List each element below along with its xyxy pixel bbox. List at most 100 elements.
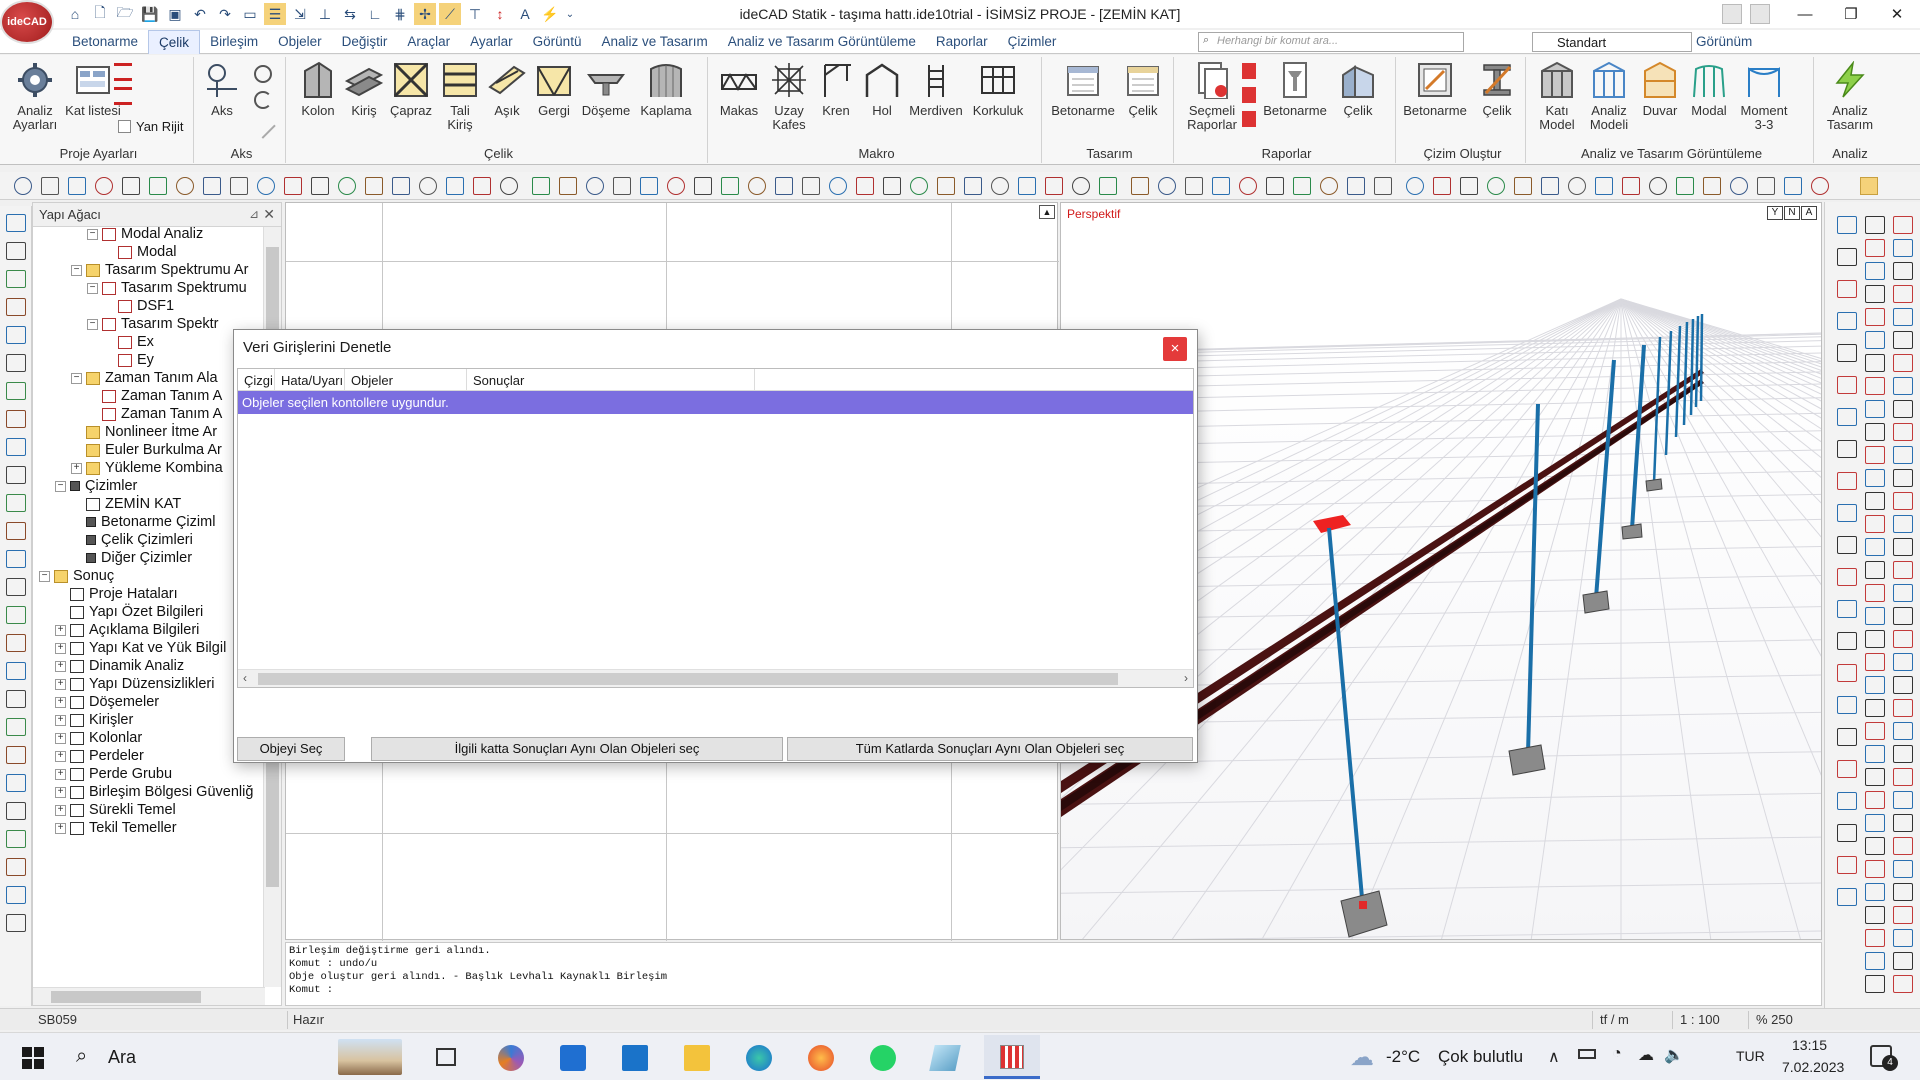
side-tool-icon[interactable] (1865, 975, 1885, 993)
side-tool-icon[interactable] (6, 494, 26, 512)
view-y-button[interactable]: Y (1767, 206, 1783, 220)
tab-araclar[interactable]: Araçlar (397, 30, 460, 54)
analiz-modeli-button[interactable]: Analiz Modeli (1584, 61, 1634, 132)
side-tool-icon[interactable] (1837, 728, 1857, 746)
tool-icon[interactable] (68, 177, 86, 195)
column-divider[interactable] (344, 369, 345, 390)
side-tool-icon[interactable] (1865, 308, 1885, 326)
gergi-button[interactable]: Gergi (532, 61, 576, 118)
tool-icon[interactable] (937, 177, 955, 195)
side-tool-icon[interactable] (1893, 423, 1913, 441)
side-tool-icon[interactable] (1837, 792, 1857, 810)
side-tool-icon[interactable] (1837, 536, 1857, 554)
save-icon[interactable]: 💾 (139, 3, 161, 25)
customize-qat-icon[interactable]: ⌄ (564, 3, 576, 25)
tool-icon[interactable] (14, 177, 32, 195)
tool-icon[interactable] (500, 177, 518, 195)
column-divider[interactable] (754, 369, 755, 390)
side-tool-icon[interactable] (6, 606, 26, 624)
side-tool-icon[interactable] (1837, 696, 1857, 714)
collapse-icon[interactable]: − (55, 480, 66, 492)
tab-analiz-tasarim[interactable]: Analiz ve Tasarım (591, 30, 717, 54)
side-tool-icon[interactable] (6, 466, 26, 484)
new-file-icon[interactable]: 🗋 (89, 3, 111, 25)
snap-icon[interactable]: ⊥ (314, 3, 336, 25)
side-tool-icon[interactable] (6, 662, 26, 680)
side-tool-icon[interactable] (1865, 883, 1885, 901)
capraz-button[interactable]: Çapraz (388, 61, 434, 118)
side-tool-icon[interactable] (6, 718, 26, 736)
expand-icon[interactable]: + (55, 678, 66, 690)
notification-center-icon[interactable]: 4 (1870, 1045, 1898, 1071)
collapse-icon[interactable]: − (87, 318, 98, 330)
clock-date[interactable]: 7.02.2023 (1782, 1059, 1844, 1075)
side-tool-icon[interactable] (1893, 630, 1913, 648)
tool-icon[interactable] (95, 177, 113, 195)
tasarim-betonarme-button[interactable]: Betonarme (1050, 61, 1116, 118)
tool-icon[interactable] (1811, 177, 1829, 195)
side-tool-icon[interactable] (1865, 239, 1885, 257)
cloud-sync-icon[interactable]: ☁ (1638, 1045, 1654, 1065)
side-tool-icon[interactable] (6, 354, 26, 372)
tab-ayarlar[interactable]: Ayarlar (460, 30, 523, 54)
side-tool-icon[interactable] (1893, 883, 1913, 901)
tool-icon[interactable] (775, 177, 793, 195)
select-same-floor-button[interactable]: İlgili katta Sonuçları Aynı Olan Objeler… (371, 737, 783, 761)
side-tool-icon[interactable] (1893, 952, 1913, 970)
tab-raporlar[interactable]: Raporlar (926, 30, 998, 54)
side-tool-icon[interactable] (1837, 888, 1857, 906)
side-tool-icon[interactable] (1893, 469, 1913, 487)
side-tool-icon[interactable] (6, 578, 26, 596)
side-tool-icon[interactable] (1865, 377, 1885, 395)
task-view-icon[interactable] (436, 1048, 456, 1066)
volume-icon[interactable]: 🔈 (1664, 1045, 1684, 1065)
table-horizontal-scrollbar[interactable]: ‹ › (238, 669, 1193, 687)
tool-icon[interactable] (1018, 177, 1036, 195)
tool-icon[interactable] (1374, 177, 1392, 195)
tool-icon[interactable] (1433, 177, 1451, 195)
tool-icon[interactable] (559, 177, 577, 195)
merdiven-button[interactable]: Merdiven (908, 61, 964, 118)
side-tool-icon[interactable] (1893, 653, 1913, 671)
side-tool-icon[interactable] (1893, 262, 1913, 280)
side-tool-icon[interactable] (1865, 814, 1885, 832)
side-tool-icon[interactable] (1865, 400, 1885, 418)
tool-icon[interactable] (446, 177, 464, 195)
side-tool-icon[interactable] (1893, 745, 1913, 763)
side-tool-icon[interactable] (6, 438, 26, 456)
side-tool-icon[interactable] (1893, 216, 1913, 234)
cizim-betonarme-button[interactable]: Betonarme (1402, 61, 1468, 118)
tool-icon[interactable] (1487, 177, 1505, 195)
column-header-objeler[interactable]: Objeler (351, 373, 393, 388)
side-tool-icon[interactable] (6, 550, 26, 568)
side-tool-icon[interactable] (1893, 860, 1913, 878)
save-all-icon[interactable]: ▣ (164, 3, 186, 25)
column-divider[interactable] (274, 369, 275, 390)
panel-icon[interactable] (1750, 4, 1770, 24)
tool-icon[interactable] (1072, 177, 1090, 195)
side-tool-icon[interactable] (1837, 344, 1857, 362)
dialog-close-button[interactable]: × (1163, 337, 1187, 361)
tab-goruntu[interactable]: Görüntü (523, 30, 592, 54)
settings-red-icon[interactable] (114, 87, 132, 105)
side-tool-icon[interactable] (6, 522, 26, 540)
taskbar-search[interactable]: ⌕ Ara (72, 1033, 402, 1080)
lightning-icon[interactable]: ⚡ (539, 3, 561, 25)
refresh-axis-icon[interactable] (254, 91, 272, 109)
collapse-icon[interactable]: − (71, 372, 82, 384)
text-style-icon[interactable]: A (514, 3, 536, 25)
chevron-up-icon[interactable]: ∧ (1548, 1047, 1560, 1067)
tool-icon[interactable] (1266, 177, 1284, 195)
side-tool-icon[interactable] (1865, 952, 1885, 970)
rapor-celik-button[interactable]: Çelik (1330, 61, 1386, 118)
tab-betonarme[interactable]: Betonarme (62, 30, 148, 54)
side-tool-icon[interactable] (1865, 860, 1885, 878)
side-tool-icon[interactable] (1893, 515, 1913, 533)
tool-icon[interactable] (284, 177, 302, 195)
tool-icon[interactable] (1784, 177, 1802, 195)
select-all-floors-button[interactable]: Tüm Katlarda Sonuçları Aynı Olan Objeler… (787, 737, 1193, 761)
whatsapp-icon[interactable] (870, 1045, 896, 1071)
doseme-button[interactable]: Döşeme (580, 61, 632, 118)
side-tool-icon[interactable] (1893, 377, 1913, 395)
tool-icon[interactable] (694, 177, 712, 195)
